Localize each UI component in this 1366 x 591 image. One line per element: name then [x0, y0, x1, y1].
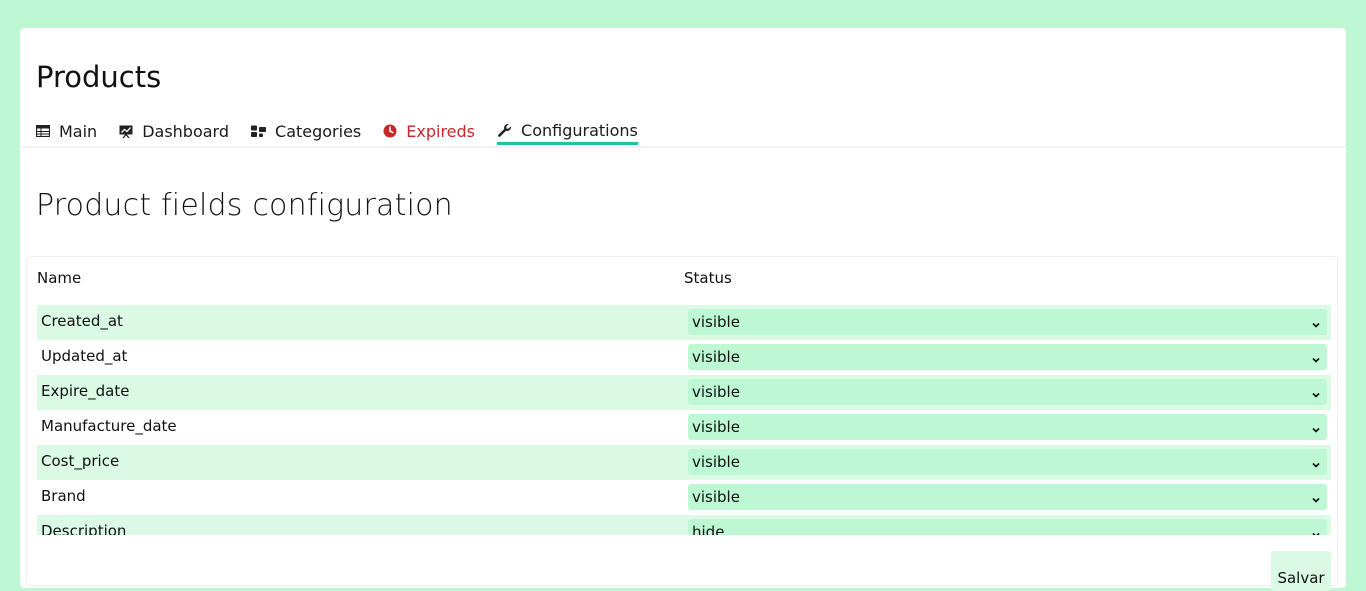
table-row: Manufacture_date visible — [37, 410, 1331, 445]
page-title: Products — [36, 60, 162, 94]
table-row: Description hide — [37, 515, 1331, 535]
select-value: visible — [692, 488, 740, 506]
table-row: Cost_price visible — [37, 445, 1331, 480]
chevron-down-icon — [1311, 526, 1321, 535]
chevron-down-icon — [1311, 421, 1321, 439]
tab-main[interactable]: Main — [36, 118, 97, 144]
tab-expireds[interactable]: Expireds — [383, 118, 475, 144]
column-header-status: Status — [684, 269, 732, 287]
select-value: hide — [692, 523, 725, 535]
table-row: Created_at visible — [37, 305, 1331, 340]
table-row: Expire_date visible — [37, 375, 1331, 410]
status-select[interactable]: hide — [688, 519, 1327, 535]
field-name: Updated_at — [41, 347, 128, 365]
chevron-down-icon — [1311, 386, 1321, 404]
table-row: Brand visible — [37, 480, 1331, 515]
status-select[interactable]: visible — [688, 449, 1327, 475]
fields-table: Name Status Created_at visible Updated_a… — [26, 256, 1338, 591]
field-name: Expire_date — [41, 382, 130, 400]
table-row: Updated_at visible — [37, 340, 1331, 375]
tab-label: Main — [59, 121, 98, 141]
chevron-down-icon — [1311, 491, 1321, 509]
status-select[interactable]: visible — [688, 414, 1327, 440]
status-select[interactable]: visible — [688, 484, 1327, 510]
status-select[interactable]: visible — [688, 344, 1327, 370]
status-select[interactable]: visible — [688, 309, 1327, 335]
field-name: Cost_price — [41, 452, 120, 470]
tab-label: Dashboard — [142, 121, 230, 141]
tab-configurations[interactable]: Configurations — [497, 118, 638, 145]
tab-dashboard[interactable]: Dashboard — [119, 118, 229, 144]
field-name: Manufacture_date — [41, 417, 177, 435]
select-value: visible — [692, 418, 740, 436]
select-value: visible — [692, 313, 740, 331]
table-icon — [36, 125, 50, 137]
select-value: visible — [692, 348, 740, 366]
chevron-down-icon — [1311, 456, 1321, 474]
column-header-name: Name — [37, 269, 82, 287]
chart-board-icon — [119, 125, 133, 138]
save-button[interactable]: Salvar — [1271, 551, 1331, 591]
field-name: Brand — [41, 487, 86, 505]
table-body[interactable]: Created_at visible Updated_at visible Ex… — [37, 305, 1331, 535]
tabs-divider — [20, 146, 1346, 148]
categories-icon — [251, 125, 267, 137]
tab-label: Expireds — [406, 121, 476, 141]
chevron-down-icon — [1311, 316, 1321, 334]
field-name: Created_at — [41, 312, 123, 330]
tab-categories[interactable]: Categories — [251, 118, 361, 144]
wrench-icon — [497, 123, 512, 138]
field-name: Description — [41, 522, 127, 535]
section-title: Product fields configuration — [36, 188, 453, 223]
tab-bar: Main Dashboard Categories Expireds Confi… — [36, 118, 638, 146]
select-value: visible — [692, 383, 740, 401]
main-card: Products Main Dashboard Categories Expir… — [20, 28, 1346, 591]
chevron-down-icon — [1311, 351, 1321, 369]
status-select[interactable]: visible — [688, 379, 1327, 405]
tab-label: Configurations — [521, 120, 638, 140]
select-value: visible — [692, 453, 740, 471]
clock-icon — [383, 124, 397, 138]
tab-label: Categories — [275, 121, 362, 141]
